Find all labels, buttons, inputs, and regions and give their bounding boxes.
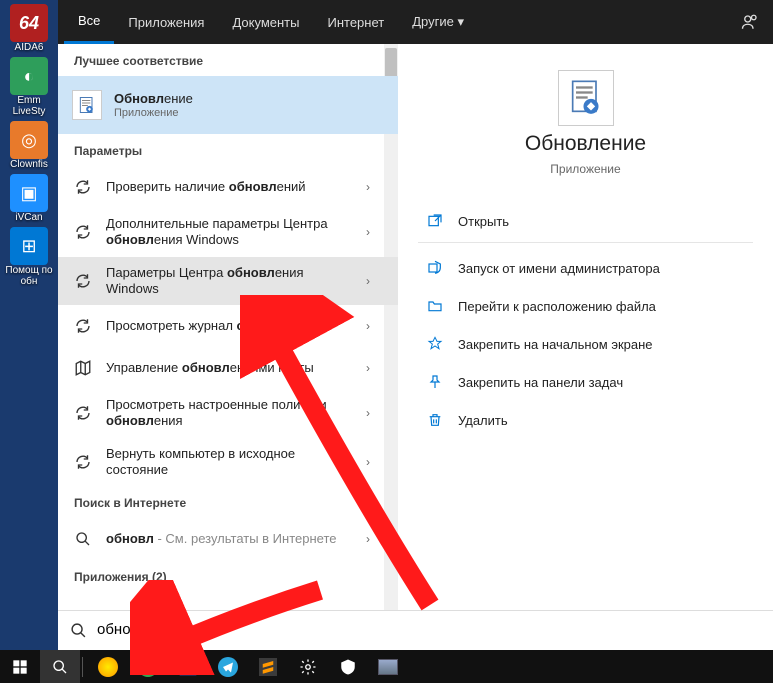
chevron-right-icon: › <box>366 274 384 288</box>
admin-icon <box>426 259 444 277</box>
pin-start-icon <box>426 335 444 353</box>
chevron-right-icon: › <box>366 361 384 375</box>
settings-row[interactable]: Параметры Центра обновления Windows › <box>58 257 398 306</box>
search-input[interactable]: обновление <box>97 621 183 639</box>
taskbar-app-sublime[interactable] <box>248 650 288 683</box>
tab-web[interactable]: Интернет <box>313 0 398 44</box>
desktop-icon[interactable]: ▣ iVCan <box>2 174 56 223</box>
chevron-right-icon: › <box>366 406 384 420</box>
chevron-right-icon: › <box>366 532 384 546</box>
preview-title: Обновление <box>525 132 646 156</box>
start-button[interactable] <box>0 650 40 683</box>
sync-icon <box>72 221 94 243</box>
search-tabs: Все Приложения Документы Интернет Другие… <box>58 0 773 44</box>
sync-icon <box>72 402 94 424</box>
action-open[interactable]: Открыть <box>418 202 753 240</box>
taskbar-app-chrome[interactable] <box>128 650 168 683</box>
settings-row[interactable]: Просмотреть журнал обновлений › <box>58 305 398 347</box>
sync-icon <box>72 270 94 292</box>
taskbar-app-save[interactable] <box>168 650 208 683</box>
taskbar <box>0 650 773 683</box>
sync-icon <box>72 315 94 337</box>
apps-header: Приложения (2) <box>58 560 398 592</box>
tab-more[interactable]: Другие ▾ <box>398 0 478 44</box>
separator <box>418 242 753 243</box>
action-delete[interactable]: Удалить <box>418 401 753 439</box>
trash-icon <box>426 411 444 429</box>
search-icon <box>70 622 87 639</box>
desktop-icon[interactable]: ◎ Clownfis <box>2 121 56 170</box>
desktop-icon[interactable]: 64 AIDA6 <box>2 4 56 53</box>
feedback-icon[interactable] <box>727 0 773 44</box>
taskbar-app-settings[interactable] <box>288 650 328 683</box>
sync-icon <box>72 176 94 198</box>
folder-icon <box>426 297 444 315</box>
best-match-sub: Приложение <box>114 107 384 119</box>
preview-sub: Приложение <box>550 162 620 176</box>
map-icon <box>72 357 94 379</box>
desktop-icon[interactable]: ◐ Emm LiveSty <box>2 57 56 117</box>
taskbar-search-button[interactable] <box>40 650 80 683</box>
chevron-right-icon: › <box>366 319 384 333</box>
web-row[interactable]: обновл - См. результаты в Интернете › <box>58 518 398 560</box>
pin-task-icon <box>426 373 444 391</box>
taskbar-app-generic[interactable] <box>368 650 408 683</box>
settings-row[interactable]: Просмотреть настроенные политики обновле… <box>58 389 398 438</box>
settings-row[interactable]: Управление обновлениями карты › <box>58 347 398 389</box>
tab-docs[interactable]: Документы <box>218 0 313 44</box>
chevron-right-icon: › <box>366 455 384 469</box>
results-list: Лучшее соответствие Обновление Приложени… <box>58 44 398 610</box>
preview-app-icon <box>558 70 614 126</box>
taskbar-app-telegram[interactable] <box>208 650 248 683</box>
best-match-title: Обновление <box>114 91 384 107</box>
best-match-row[interactable]: Обновление Приложение <box>58 76 398 134</box>
desktop-icon[interactable]: ⊞ Помощ по обн <box>2 227 56 287</box>
preview-pane: Обновление Приложение Открыть Запуск от … <box>398 44 773 610</box>
settings-row[interactable]: Проверить наличие обновлений › <box>58 166 398 208</box>
action-run-admin[interactable]: Запуск от имени администратора <box>418 249 753 287</box>
taskbar-app-security[interactable] <box>328 650 368 683</box>
desktop: 64 AIDA6 ◐ Emm LiveSty ◎ Clownfis ▣ iVCa… <box>0 0 58 650</box>
settings-row[interactable]: Дополнительные параметры Центра обновлен… <box>58 208 398 257</box>
tab-apps[interactable]: Приложения <box>114 0 218 44</box>
tab-all[interactable]: Все <box>64 0 114 44</box>
chevron-right-icon: › <box>366 180 384 194</box>
search-box[interactable]: обновление <box>58 610 773 650</box>
settings-row[interactable]: Вернуть компьютер в исходное состояние › <box>58 438 398 487</box>
settings-header: Параметры <box>58 134 398 166</box>
search-panel: Все Приложения Документы Интернет Другие… <box>58 0 773 650</box>
open-icon <box>426 212 444 230</box>
app-icon <box>72 90 102 120</box>
web-header: Поиск в Интернете <box>58 486 398 518</box>
taskbar-app-yandex[interactable] <box>88 650 128 683</box>
text-cursor <box>148 622 149 640</box>
action-pin-taskbar[interactable]: Закрепить на панели задач <box>418 363 753 401</box>
action-pin-start[interactable]: Закрепить на начальном экране <box>418 325 753 363</box>
search-icon <box>72 528 94 550</box>
action-open-location[interactable]: Перейти к расположению файла <box>418 287 753 325</box>
chevron-right-icon: › <box>366 225 384 239</box>
best-match-header: Лучшее соответствие <box>58 44 398 76</box>
sync-icon <box>72 451 94 473</box>
